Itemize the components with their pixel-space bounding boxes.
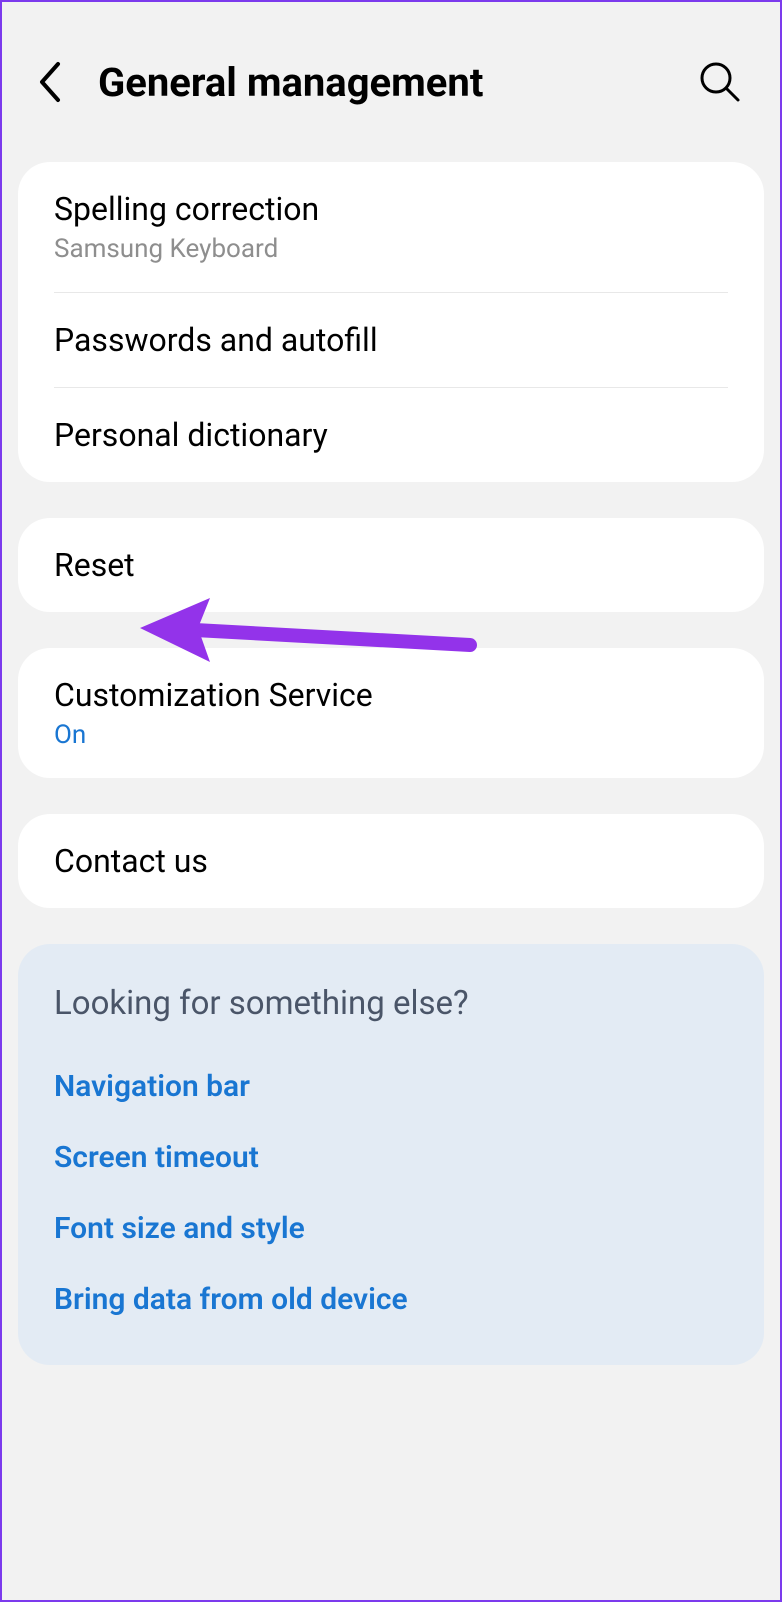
suggestion-font-size-style[interactable]: Font size and style xyxy=(54,1193,728,1264)
reset-row[interactable]: Reset xyxy=(18,518,764,612)
search-icon xyxy=(699,61,741,103)
row-subtitle: Samsung Keyboard xyxy=(54,234,728,264)
row-status: On xyxy=(54,720,728,750)
suggestions-panel: Looking for something else? Navigation b… xyxy=(18,944,764,1365)
header: General management xyxy=(2,2,780,162)
settings-group: Contact us xyxy=(18,814,764,908)
settings-group: Reset xyxy=(18,518,764,612)
spelling-correction-row[interactable]: Spelling correction Samsung Keyboard xyxy=(18,162,764,292)
row-title: Spelling correction xyxy=(54,190,728,228)
row-title: Passwords and autofill xyxy=(54,321,728,359)
row-title: Customization Service xyxy=(54,676,728,714)
customization-service-row[interactable]: Customization Service On xyxy=(18,648,764,778)
chevron-left-icon xyxy=(36,60,64,104)
row-title: Personal dictionary xyxy=(54,416,728,454)
suggestion-bring-data[interactable]: Bring data from old device xyxy=(54,1264,728,1335)
settings-group: Customization Service On xyxy=(18,648,764,778)
contact-us-row[interactable]: Contact us xyxy=(18,814,764,908)
suggestion-screen-timeout[interactable]: Screen timeout xyxy=(54,1122,728,1193)
suggestions-title: Looking for something else? xyxy=(54,984,728,1023)
row-title: Reset xyxy=(54,546,728,584)
search-button[interactable] xyxy=(690,52,750,112)
personal-dictionary-row[interactable]: Personal dictionary xyxy=(18,388,764,482)
page-title: General management xyxy=(98,59,690,106)
back-button[interactable] xyxy=(10,42,90,122)
suggestion-navigation-bar[interactable]: Navigation bar xyxy=(54,1051,728,1122)
row-title: Contact us xyxy=(54,842,728,880)
settings-group: Spelling correction Samsung Keyboard Pas… xyxy=(18,162,764,482)
passwords-autofill-row[interactable]: Passwords and autofill xyxy=(18,293,764,387)
